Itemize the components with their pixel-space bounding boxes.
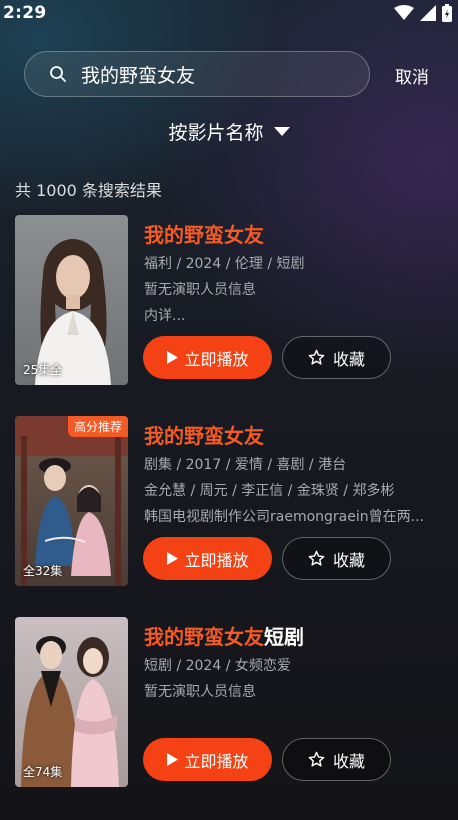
result-item[interactable]: 全74集 我的野蛮女友短剧 短剧 / 2024 / 女频恋爱 暂无演职人员信息 … (15, 617, 445, 789)
status-bar: 2:29 (0, 0, 458, 26)
result-meta-cast: 金允慧 / 周元 / 李正信 / 金珠贤 / 郑多彬 (144, 483, 395, 499)
star-icon (308, 751, 325, 767)
favorite-label: 收藏 (332, 751, 365, 771)
result-item[interactable]: 高分推荐 全32集 我的野蛮女友 剧集 / 2017 / 爱情 / 喜剧 / 港… (15, 416, 445, 588)
result-meta-tags: 福利 / 2024 / 伦理 / 短剧 (144, 256, 305, 272)
sort-dropdown[interactable]: 按影片名称 (0, 118, 458, 145)
result-meta-cast: 暂无演职人员信息 (144, 282, 256, 298)
result-meta-desc: 韩国电视剧制作公司raemongraein曾在两... (144, 509, 424, 525)
result-meta-desc: 内详... (144, 308, 186, 324)
poster-art (15, 617, 128, 787)
title-rest: 短剧 (264, 625, 304, 649)
signal-icon (420, 5, 436, 21)
play-button[interactable]: 立即播放 (143, 537, 272, 580)
play-button[interactable]: 立即播放 (143, 738, 272, 781)
sort-label: 按影片名称 (168, 122, 264, 144)
episode-count: 25集全 (23, 363, 63, 377)
cancel-button[interactable]: 取消 (395, 63, 429, 88)
play-icon (167, 351, 179, 364)
battery-icon (442, 4, 452, 22)
search-icon (50, 66, 66, 82)
play-button[interactable]: 立即播放 (143, 336, 272, 379)
result-item[interactable]: 25集全 我的野蛮女友 福利 / 2024 / 伦理 / 短剧 暂无演职人员信息… (15, 215, 445, 387)
wifi-icon (394, 5, 414, 20)
episode-count: 全74集 (23, 765, 63, 779)
result-meta-tags: 短剧 / 2024 / 女频恋爱 (144, 658, 291, 674)
poster-art (15, 215, 128, 385)
play-label: 立即播放 (184, 550, 249, 570)
search-bar: 取消 (24, 51, 444, 97)
favorite-button[interactable]: 收藏 (282, 738, 391, 781)
favorite-button[interactable]: 收藏 (282, 537, 391, 580)
result-count: 共 1000 条搜索结果 (15, 181, 162, 200)
title-highlight: 我的野蛮女友 (144, 625, 264, 649)
result-title[interactable]: 我的野蛮女友 (144, 219, 264, 248)
title-highlight: 我的野蛮女友 (144, 223, 264, 247)
result-meta-tags: 剧集 / 2017 / 爱情 / 喜剧 / 港台 (144, 457, 347, 473)
favorite-button[interactable]: 收藏 (282, 336, 391, 379)
recommend-badge: 高分推荐 (67, 416, 128, 437)
status-time: 2:29 (3, 3, 47, 23)
favorite-label: 收藏 (332, 550, 365, 570)
search-input[interactable] (81, 63, 331, 85)
star-icon (308, 550, 325, 566)
poster-image[interactable]: 25集全 (15, 215, 128, 385)
favorite-label: 收藏 (332, 349, 365, 369)
result-meta-cast: 暂无演职人员信息 (144, 684, 256, 700)
star-icon (308, 349, 325, 365)
poster-art (15, 416, 128, 586)
title-highlight: 我的野蛮女友 (144, 424, 264, 448)
result-title[interactable]: 我的野蛮女友短剧 (144, 621, 304, 650)
play-icon (167, 552, 179, 565)
play-label: 立即播放 (184, 349, 249, 369)
poster-image[interactable]: 全74集 (15, 617, 128, 787)
play-label: 立即播放 (184, 751, 249, 771)
episode-count: 全32集 (23, 564, 63, 578)
search-box[interactable] (24, 51, 370, 97)
play-icon (167, 753, 179, 766)
poster-image[interactable]: 高分推荐 全32集 (15, 416, 128, 586)
system-icons (394, 4, 452, 22)
caret-down-icon (273, 127, 290, 136)
result-title[interactable]: 我的野蛮女友 (144, 420, 264, 449)
